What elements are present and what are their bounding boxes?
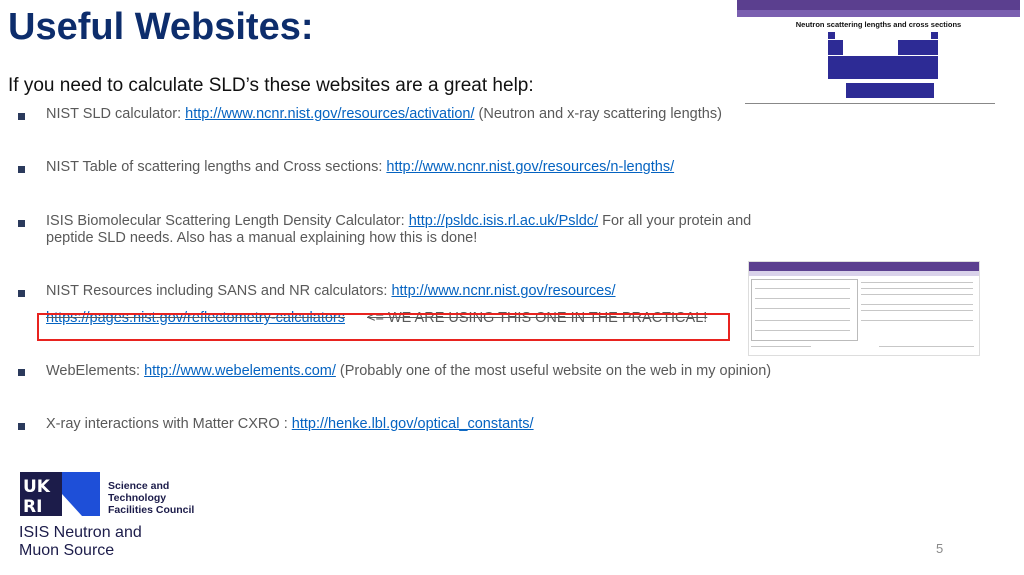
- bullet-icon: [18, 166, 25, 173]
- list-item-webelements: WebElements: http://www.webelements.com/…: [46, 363, 771, 380]
- bullet-icon: [18, 113, 25, 120]
- cxro-link[interactable]: http://henke.lbl.gov/optical_constants/: [292, 416, 534, 432]
- bullet-icon: [18, 423, 25, 430]
- item-note: (Probably one of the most useful website…: [335, 363, 772, 379]
- nist-n-lengths-link[interactable]: http://www.ncnr.nist.gov/resources/n-len…: [386, 159, 674, 175]
- item-text: NIST Table of scattering lengths and Cro…: [46, 159, 387, 175]
- screenshot-banner: [737, 0, 1020, 10]
- screenshot-nav: [737, 10, 1020, 17]
- bullet-icon: [18, 220, 25, 227]
- list-item-cxro: X-ray interactions with Matter CXRO : ht…: [46, 416, 534, 433]
- page-number: 5: [936, 541, 944, 556]
- item-text-line2: peptide SLD needs. Also has a manual exp…: [46, 230, 478, 246]
- sld-calculator-screenshot: [748, 261, 980, 356]
- calculator-form-image: [751, 279, 858, 341]
- psldc-link[interactable]: http://psldc.isis.rl.ac.uk/Psldc/: [409, 213, 598, 229]
- screenshot-title: Neutron scattering lengths and cross sec…: [795, 20, 962, 29]
- item-text: NIST SLD calculator:: [46, 106, 186, 122]
- webelements-link[interactable]: http://www.webelements.com/: [144, 363, 336, 379]
- item-text: ISIS Biomolecular Scattering Length Dens…: [46, 213, 409, 229]
- list-item-nist-sld: NIST SLD calculator: http://www.ncnr.nis…: [46, 106, 722, 123]
- ukri-logo-icon: UK RI: [20, 472, 100, 517]
- svg-text:RI: RI: [23, 497, 42, 516]
- periodic-table-image: [828, 32, 938, 102]
- item-text: WebElements:: [46, 363, 145, 379]
- nist-sld-link[interactable]: http://www.ncnr.nist.gov/resources/activ…: [185, 106, 474, 122]
- list-item-isis-psldc: ISIS Biomolecular Scattering Length Dens…: [46, 213, 751, 247]
- screenshot-nav: [749, 271, 979, 276]
- svg-text:UK: UK: [23, 477, 51, 497]
- nist-table-screenshot: Neutron scattering lengths and cross sec…: [737, 0, 1020, 108]
- item-text: NIST Resources including SANS and NR cal…: [46, 283, 392, 299]
- slide-title: Useful Websites:: [8, 6, 314, 48]
- stfc-wordmark: Science and Technology Facilities Counci…: [108, 480, 195, 516]
- list-item-nist-table: NIST Table of scattering lengths and Cro…: [46, 159, 674, 176]
- bullet-icon: [18, 369, 25, 376]
- item-note: For all your protein and: [598, 213, 752, 229]
- highlight-box: [37, 313, 730, 341]
- isis-wordmark: ISIS Neutron and Muon Source: [19, 524, 142, 559]
- bullet-icon: [18, 290, 25, 297]
- nist-resources-link[interactable]: http://www.ncnr.nist.gov/resources/: [391, 283, 615, 299]
- item-note: (Neutron and x-ray scattering lengths): [474, 106, 722, 122]
- item-text: X-ray interactions with Matter CXRO :: [46, 416, 292, 432]
- screenshot-footnote: [745, 101, 1020, 104]
- screenshot-banner: [749, 262, 979, 271]
- intro-text: If you need to calculate SLD’s these web…: [8, 75, 534, 96]
- list-item-nist-resources: NIST Resources including SANS and NR cal…: [46, 283, 616, 300]
